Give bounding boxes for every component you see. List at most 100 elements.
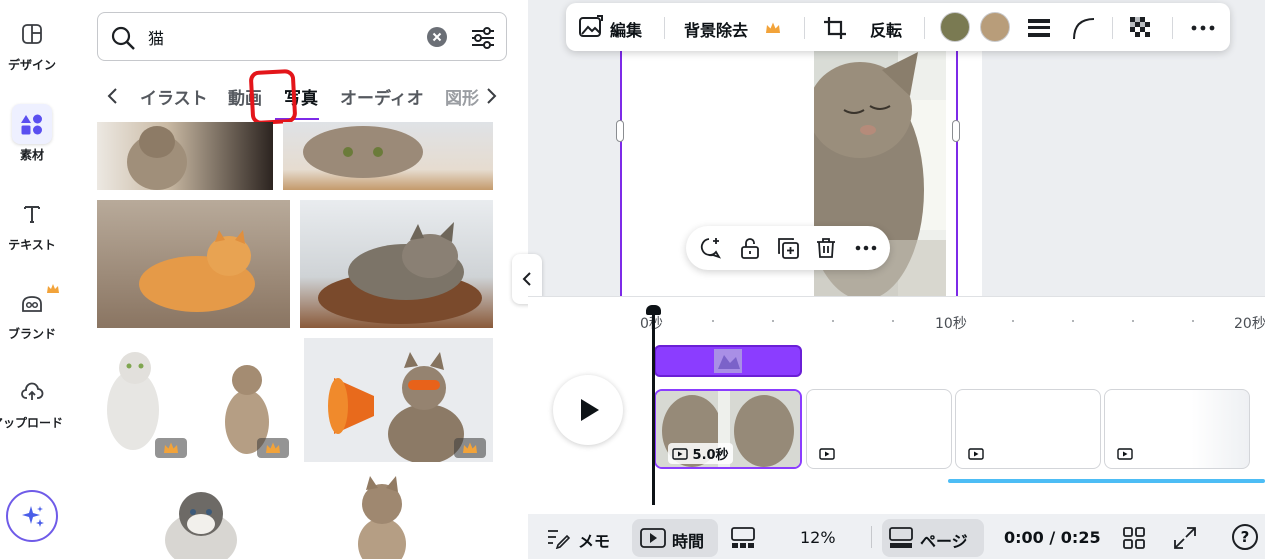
- cloud-upload-icon: [12, 372, 52, 412]
- clip-duration-badge: 5.0秒: [668, 443, 733, 464]
- flip-button[interactable]: 反転: [870, 17, 902, 41]
- clear-icon: [432, 32, 442, 42]
- context-more-button[interactable]: [854, 236, 878, 260]
- transparency-checker-icon: [1130, 17, 1150, 37]
- duplicate-button[interactable]: [776, 236, 800, 260]
- ruler-tick: [772, 320, 774, 322]
- grid-view-button[interactable]: [1122, 526, 1146, 550]
- image-toolbar: 編集 背景除去 反転: [566, 3, 1230, 51]
- photo-result[interactable]: [97, 122, 273, 190]
- more-dots-icon: [1191, 25, 1215, 31]
- toolbar-divider: [664, 17, 665, 39]
- timeline-clip[interactable]: [955, 389, 1101, 469]
- pages-icon: [889, 527, 913, 548]
- video-clip-icon: [819, 448, 835, 460]
- premium-badge: [257, 438, 289, 458]
- clip-thumbnail-icon: [714, 349, 742, 373]
- notes-pencil-icon: [548, 530, 570, 549]
- photo-result[interactable]: [304, 474, 493, 559]
- timeline-scroll-bar[interactable]: [948, 479, 1265, 483]
- video-clip-icon: [640, 528, 666, 548]
- notes-button[interactable]: メモ: [578, 528, 610, 552]
- color-swatch-olive[interactable]: [940, 12, 970, 42]
- photo-result[interactable]: [300, 200, 493, 328]
- color-swatch-tan[interactable]: [980, 12, 1010, 42]
- rail-item-uploads[interactable]: アップロード: [0, 372, 64, 431]
- elements-panel: イラスト 動画 写真 オーディオ 図形: [64, 0, 587, 559]
- help-button[interactable]: ?: [1232, 524, 1258, 550]
- transparency-button[interactable]: [1128, 15, 1154, 41]
- tabs-scroll-left-button[interactable]: [103, 84, 123, 108]
- rail-label-design: デザイン: [7, 58, 56, 72]
- photo-result[interactable]: [97, 338, 295, 462]
- layout-icon: [12, 14, 52, 54]
- timeline-clip[interactable]: [1104, 389, 1250, 469]
- zoom-level[interactable]: 12%: [800, 528, 836, 547]
- premium-crown-icon: [766, 22, 780, 33]
- rail-item-brand[interactable]: ブランド: [0, 283, 64, 342]
- toolbar-divider: [924, 17, 925, 39]
- red-highlight-annotation: [248, 68, 298, 126]
- filter-button[interactable]: [469, 24, 497, 52]
- rail-item-elements[interactable]: 素材: [0, 104, 64, 163]
- premium-crown-icon: [266, 442, 280, 453]
- photo-results-grid: [97, 122, 495, 559]
- resize-handle-right[interactable]: [952, 120, 960, 142]
- delete-button[interactable]: [814, 236, 838, 260]
- timeline-clip[interactable]: [806, 389, 952, 469]
- ruler-label-10: 10秒: [935, 316, 967, 332]
- search-input[interactable]: [148, 25, 448, 49]
- fullscreen-button[interactable]: [1173, 526, 1197, 550]
- audio-track-clip[interactable]: [654, 345, 802, 377]
- clear-search-button[interactable]: [427, 27, 447, 47]
- timeline-clip-selected[interactable]: 5.0秒: [654, 389, 802, 469]
- play-button[interactable]: [553, 375, 623, 445]
- photo-result[interactable]: [97, 200, 290, 328]
- toolbar-divider: [1112, 17, 1113, 39]
- timer-label: 時間: [672, 532, 705, 551]
- category-tabs: イラスト 動画 写真 オーディオ 図形: [97, 76, 507, 120]
- magic-ai-button[interactable]: [6, 490, 58, 542]
- photo-result[interactable]: [283, 122, 493, 190]
- tab-shapes[interactable]: 図形: [445, 84, 479, 109]
- premium-crown-icon: [164, 442, 178, 453]
- timeline: 0秒 10秒 20秒 5.0秒: [528, 296, 1265, 514]
- crop-icon: [824, 17, 846, 39]
- tab-audio[interactable]: オーディオ: [340, 84, 424, 109]
- photo-result[interactable]: [97, 474, 295, 559]
- more-options-button[interactable]: [1190, 15, 1216, 41]
- expand-icon: [1174, 527, 1196, 549]
- sparkle-icon: [22, 506, 44, 527]
- playhead-handle[interactable]: [646, 305, 661, 315]
- resize-handle-left[interactable]: [616, 120, 624, 142]
- tabs-scroll-right-button[interactable]: [481, 84, 501, 108]
- add-comment-button[interactable]: [698, 236, 722, 260]
- more-dots-icon: [855, 245, 877, 251]
- lock-button[interactable]: [738, 236, 762, 260]
- background-remover-button[interactable]: 背景除去: [684, 17, 748, 41]
- playhead[interactable]: [652, 309, 655, 505]
- ruler-tick: [832, 320, 834, 322]
- help-label: ?: [1240, 528, 1250, 546]
- edit-button[interactable]: 編集: [610, 17, 642, 41]
- editor-footer: メモ 時間 12% ページ 0:00 / 0:25 ?: [528, 514, 1265, 559]
- video-clip-icon: [968, 448, 984, 460]
- element-context-bar: [686, 226, 890, 270]
- photo-result[interactable]: [304, 338, 493, 462]
- rail-item-design[interactable]: デザイン: [0, 14, 64, 73]
- corner-rounding-button[interactable]: [1070, 15, 1096, 41]
- rail-item-text[interactable]: テキスト: [0, 194, 64, 253]
- ruler-tick: [712, 320, 714, 322]
- border-style-button[interactable]: [1026, 15, 1052, 41]
- elements-shapes-icon: [12, 104, 52, 144]
- tab-illustrations[interactable]: イラスト: [140, 84, 208, 109]
- trash-icon: [817, 238, 835, 258]
- crop-button[interactable]: [822, 15, 848, 41]
- grid-view-toggle[interactable]: [730, 526, 756, 550]
- toolbar-divider: [1172, 17, 1173, 39]
- premium-badge: [155, 438, 187, 458]
- image-edit-icon: [579, 15, 603, 37]
- footer-divider: [871, 526, 872, 548]
- brand-icon: [12, 283, 59, 323]
- corner-radius-icon: [1073, 18, 1095, 40]
